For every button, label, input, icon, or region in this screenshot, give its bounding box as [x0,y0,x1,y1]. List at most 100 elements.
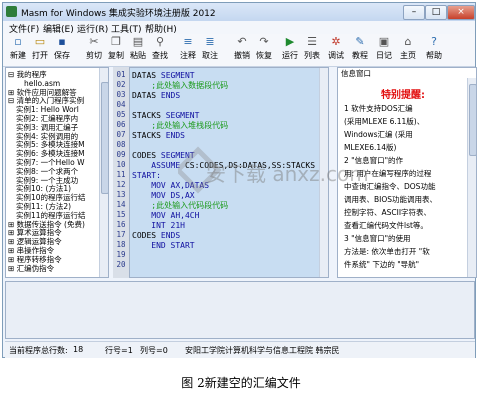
tree-item[interactable]: ⊞ 汇编伪指令 [8,264,54,273]
line-number-label: 20 [116,260,126,269]
open-folder-icon: ▭ [34,35,46,48]
toolbar-diary-button[interactable]: ▣ 日记 [373,36,395,64]
tree-item[interactable]: 实例6: 多模块连接M [16,149,85,158]
line-number-label: 10 [116,160,126,169]
tree-item[interactable]: ⊞ 程序转移指令 [8,255,62,264]
home-icon: ⌂ [404,35,412,48]
info-window-title: 信息窗口 [341,69,371,78]
code-line: CODES ENDS [132,231,180,241]
toolbar-cut-button[interactable]: ✂ 剪切 [83,36,105,64]
maximize-button[interactable]: □ [425,5,447,20]
toolbar-tutorial-button[interactable]: ✎ 教程 [349,36,371,64]
column-number: 列号=0 [140,346,168,355]
info-text-line: 1 软件支持DOS汇编 [344,104,413,113]
toolbar-uncomment-button[interactable]: ≣ 取注 [199,36,221,64]
undo-icon: ↶ [237,35,247,48]
toolbar-run-button[interactable]: ▶ 运行 [279,36,301,64]
copy-icon: ❐ [111,35,121,48]
toolbar-find-button[interactable]: ⚲ 查找 [149,36,171,64]
line-number-gutter: 01 02 03 04 05 06 07 08 09 10 11 12 13 14 15 16 17 18 19 20 [113,67,129,278]
code-token: SEGMENT [160,71,195,80]
line-number-label: 13 [116,190,126,199]
code-token: STACKS [132,111,166,120]
code-token: DATAS [132,91,161,100]
list-icon: ☰ [307,35,317,48]
toolbar-redo-button[interactable]: ↷ 恢复 [253,36,275,64]
comment-icon: ≡ [183,35,193,48]
tree-scroll-thumb[interactable] [101,82,108,194]
output-panel[interactable] [5,281,475,339]
app-icon [6,6,17,17]
tree-item[interactable]: ⊟ 我的程序 [8,70,47,79]
code-line: INT 21H [132,221,185,231]
tree-item[interactable]: 实例10的程序运行结 [16,193,86,202]
toolbar-label: 教程 [352,51,368,60]
minimize-button[interactable]: – [403,5,425,20]
toolbar-label: 取注 [202,51,218,60]
toolbar-label: 日记 [376,51,392,60]
code-line: DATAS ENDS [132,91,180,101]
toolbar-help-button[interactable]: ? 帮助 [423,36,445,64]
tree-item[interactable]: 实例2: 汇编程序内 [16,114,78,123]
menu-bar: 文件(F) 编辑(E) 运行(R) 工具(T) 帮助(H) [3,21,475,35]
toolbar-home-button[interactable]: ⌂ 主页 [397,36,419,64]
help-icon: ? [431,35,437,48]
tree-item[interactable]: 实例11的程序运行结 [16,211,86,220]
line-number-label: 02 [116,80,126,89]
tree-item[interactable]: 实例8: 一个求两个 [16,167,78,176]
toolbar-label: 运行 [282,51,298,60]
toolbar-label: 打开 [32,51,48,60]
tree-item[interactable]: hello.asm [24,79,60,88]
toolbar-copy-button[interactable]: ❐ 复制 [105,36,127,64]
toolbar-debug-button[interactable]: ✲ 调试 [325,36,347,64]
toolbar-comment-button[interactable]: ≡ 注释 [177,36,199,64]
line-number: 行号=1 [105,346,133,355]
toolbar-label: 注释 [180,51,196,60]
toolbar-label: 调试 [328,51,344,60]
line-number-label: 18 [116,240,126,249]
line-number-label: 04 [116,100,126,109]
debug-icon: ✲ [331,35,341,48]
toolbar-label: 帮助 [426,51,442,60]
code-token: ;此处输入数据段代码 [132,81,229,90]
tree-item[interactable]: 实例11: (方法2) [16,202,71,211]
line-number-label: 07 [116,130,126,139]
tree-item[interactable]: 实例3: 调用汇编子 [16,123,78,132]
close-button[interactable]: × [447,5,475,20]
code-token: INT 21H [132,221,185,230]
find-icon: ⚲ [155,35,165,48]
toolbar-save-button[interactable]: ▪ 保存 [51,36,73,64]
toolbar-label: 复制 [108,51,124,60]
code-line: ;此处输入堆栈段代码 [132,121,228,131]
toolbar-paste-button[interactable]: ▤ 粘贴 [127,36,149,64]
total-lines-value: 18 [73,345,84,354]
tree-item[interactable]: 实例1: Hello Worl [16,105,79,114]
code-token: ENDS [160,231,181,240]
code-token: STACKS [132,131,166,140]
tree-scrollbar[interactable] [99,68,108,277]
code-token: CODES [132,151,161,160]
tree-item[interactable]: ⊞ 逻辑运算指令 [8,237,62,246]
run-icon: ▶ [285,35,295,48]
code-token: START: [132,171,161,180]
toolbar-new-file-button[interactable]: ▫ 新建 [7,36,29,64]
program-tree[interactable]: ⊟ 我的程序 hello.asm ⊞ 软件应用问题解答 ⊟ 清单的入门程序实例 实例1:… [5,67,109,278]
toolbar-label: 撤销 [234,51,250,60]
info-scrollbar[interactable] [467,78,476,277]
toolbar-undo-button[interactable]: ↶ 撤销 [231,36,253,64]
info-scroll-thumb[interactable] [469,84,476,156]
title-bar: Masm for Windows 集成实验环境注册版 2012 – □ × [3,3,475,21]
line-number-label: 03 [116,90,126,99]
info-text-line: 调用表、BIOS功能调用表、 [344,195,438,204]
toolbar-label: 新建 [10,51,26,60]
window-title: Masm for Windows 集成实验环境注册版 2012 [21,9,216,19]
info-text-line: MLEXE6.14版) [344,143,397,152]
info-text-line: 3 "信息窗口"的使用 [344,234,411,243]
save-icon: ▪ [58,35,66,48]
tree-item[interactable]: 实例7: 一个Hello W [16,158,85,167]
tree-item[interactable]: ⊞ 串操作指令 [8,246,54,255]
toolbar-list-button[interactable]: ☰ 列表 [301,36,323,64]
toolbar-open-folder-button[interactable]: ▭ 打开 [29,36,51,64]
info-text-line: 控制字符、ASCII字符表、 [344,208,432,217]
line-number-label: 17 [116,230,126,239]
